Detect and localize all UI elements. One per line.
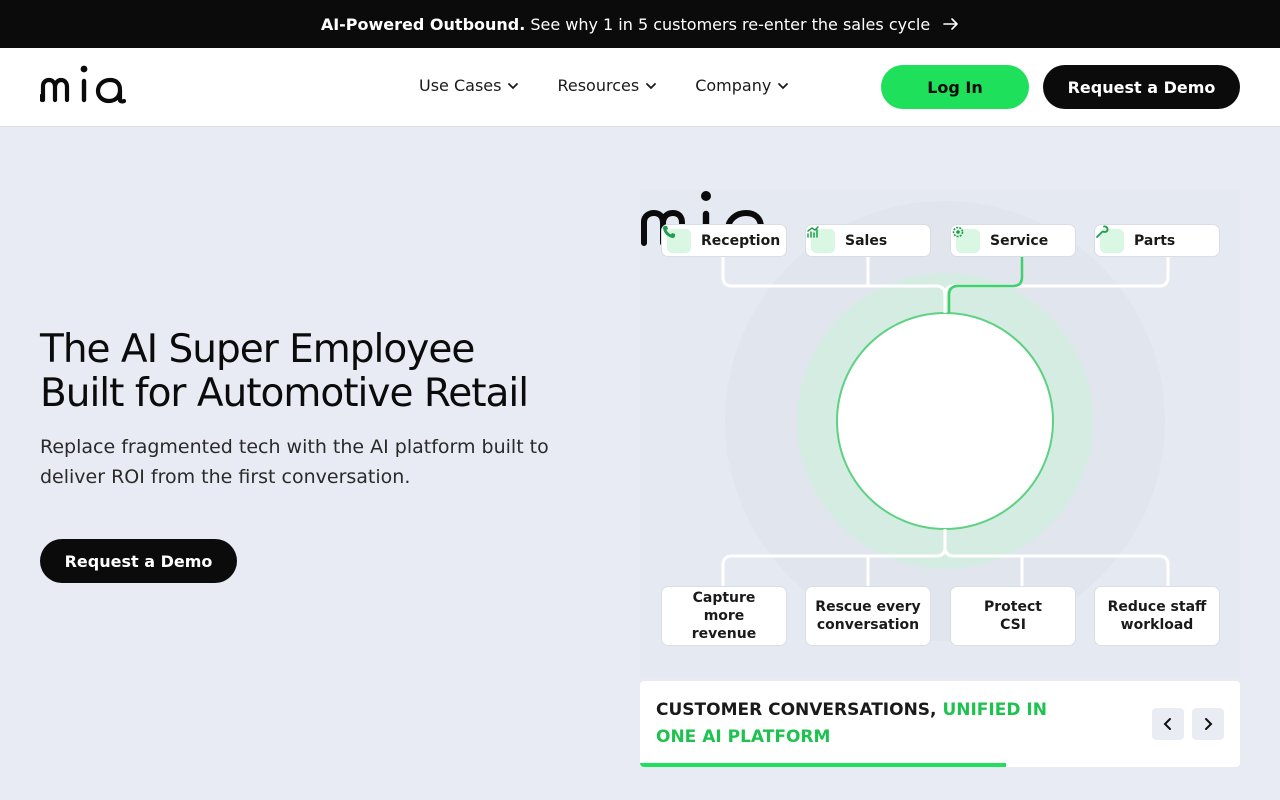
wrench-icon: [1096, 225, 1124, 253]
main-nav: Use Cases Resources Company: [419, 76, 789, 95]
chevron-down-icon: [646, 82, 657, 89]
hero-title-line2: Built for Automotive Retail: [40, 371, 529, 416]
mia-logo[interactable]: [40, 64, 136, 110]
dept-label: Parts: [1134, 232, 1176, 249]
hero-request-demo-button[interactable]: Request a Demo: [40, 539, 237, 583]
chevron-down-icon: [778, 82, 789, 89]
platform-diagram: Reception Sales Service Parts Capture mo…: [640, 189, 1240, 677]
phone-icon: [663, 226, 691, 253]
caption-main: CUSTOMER CONVERSATIONS,: [656, 700, 937, 720]
hero-subtitle: Replace fragmented tech with the AI plat…: [40, 436, 549, 488]
outcome-card: Reduce staff workload: [1094, 586, 1220, 646]
carousel-progress-bar: [640, 763, 1006, 767]
announcement-bar[interactable]: AI-Powered Outbound. See why 1 in 5 cust…: [0, 0, 1280, 48]
outcome-card: Rescue every conversation: [805, 586, 931, 646]
outcome-card: Capture more revenue: [661, 586, 787, 646]
hero-title-line1: The AI Super Employee: [40, 327, 475, 372]
nav-label: Use Cases: [419, 76, 502, 95]
announcement-bold: AI-Powered Outbound.: [320, 14, 526, 34]
dept-chip-sales[interactable]: Sales: [805, 224, 931, 257]
announcement-text: See why 1 in 5 customers re-enter the sa…: [530, 14, 931, 34]
site-header: Use Cases Resources Company Log In Reque…: [0, 48, 1280, 127]
dept-label: Service: [990, 232, 1049, 249]
chevron-down-icon: [508, 82, 519, 89]
dept-label: Sales: [845, 232, 888, 249]
chevron-right-icon: [1205, 718, 1213, 730]
nav-label: Company: [695, 76, 772, 95]
chevron-left-icon: [1163, 718, 1171, 730]
outcome-card: Protect CSI: [950, 586, 1076, 646]
carousel-caption: CUSTOMER CONVERSATIONS, UNIFIED IN ONE A…: [640, 681, 1240, 767]
caption-text: CUSTOMER CONVERSATIONS, UNIFIED IN ONE A…: [656, 697, 1076, 751]
nav-company[interactable]: Company: [695, 76, 789, 95]
dept-chip-service[interactable]: Service: [950, 224, 1076, 257]
dept-label: Reception: [701, 232, 781, 249]
gear-icon: [952, 226, 980, 253]
nav-label: Resources: [557, 76, 640, 95]
chart-icon: [807, 226, 835, 253]
carousel-prev-button[interactable]: [1152, 708, 1184, 740]
dept-chip-reception[interactable]: Reception: [661, 224, 787, 257]
login-button[interactable]: Log In: [881, 65, 1029, 109]
dept-chip-parts[interactable]: Parts: [1094, 224, 1220, 257]
carousel-next-button[interactable]: [1192, 708, 1224, 740]
hero-title: The AI Super Employee Built for Automoti…: [40, 328, 600, 416]
request-demo-button[interactable]: Request a Demo: [1043, 65, 1240, 109]
arrow-right-icon: [943, 18, 958, 30]
nav-resources[interactable]: Resources: [557, 76, 657, 95]
nav-use-cases[interactable]: Use Cases: [419, 76, 519, 95]
